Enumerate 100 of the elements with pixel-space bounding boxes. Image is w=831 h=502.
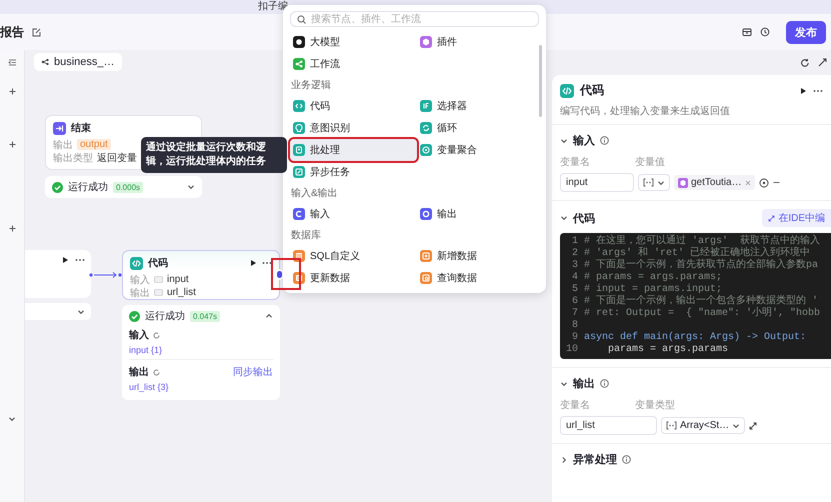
- line-number: 3: [570, 260, 579, 272]
- workflow-title: 报告: [0, 24, 24, 40]
- field-label: 输出: [53, 138, 73, 152]
- menu-item[interactable]: 查询数据: [417, 267, 544, 289]
- result-item[interactable]: input {1}: [129, 345, 273, 355]
- workflow-tab[interactable]: business_…: [34, 53, 122, 71]
- expand-icon[interactable]: [818, 58, 827, 67]
- box-icon[interactable]: [742, 27, 752, 37]
- menu-item[interactable]: 输出: [417, 203, 544, 225]
- plus-icon[interactable]: [8, 88, 16, 95]
- panel-title: 代码: [580, 82, 605, 99]
- code-editor[interactable]: [560, 233, 831, 359]
- connector-arrow: [89, 271, 122, 279]
- refresh-icon[interactable]: [800, 58, 810, 68]
- input-field[interactable]: url_list: [560, 416, 657, 435]
- panel-description: 编写代码，处理输入变量来生成返回值: [552, 102, 831, 125]
- info-icon: [600, 379, 609, 388]
- menu-item[interactable]: 新增数据: [417, 245, 544, 267]
- variable-name: url_list: [167, 287, 196, 298]
- code-icon: [130, 256, 143, 270]
- variable-name: input: [167, 274, 189, 285]
- menu-item[interactable]: 选择器: [417, 95, 544, 117]
- code-line: # 下面是一个示例，首先获取节点的全部输入参数pa: [584, 260, 818, 272]
- menu-item[interactable]: SQL自定义: [290, 245, 417, 267]
- edit-icon[interactable]: [32, 28, 41, 36]
- field-value: 返回变量: [97, 152, 137, 164]
- menu-item[interactable]: 批处理: [290, 139, 417, 161]
- group-title: 数据库: [290, 228, 322, 243]
- group-title: 业务逻辑: [290, 78, 332, 93]
- duration-tag: 0.047s: [190, 310, 220, 322]
- variable-tag: output: [77, 139, 111, 150]
- type-select[interactable]: Array<St…: [661, 417, 746, 434]
- section-title[interactable]: 异常处理: [573, 452, 617, 467]
- menu-item[interactable]: 循环: [417, 117, 544, 139]
- chevron-icon: [657, 178, 665, 186]
- node-card[interactable]: [25, 250, 91, 298]
- line-number: 2: [570, 248, 579, 260]
- chevron-icon: [77, 308, 85, 316]
- plus-icon[interactable]: [8, 225, 16, 232]
- reference-icon: [643, 178, 654, 187]
- menu-item[interactable]: 变量聚合: [417, 139, 544, 161]
- workflow-icon: [41, 58, 49, 66]
- menu-item[interactable]: 输入: [290, 203, 417, 225]
- play-icon[interactable]: [61, 256, 69, 264]
- settings-icon[interactable]: [758, 178, 769, 188]
- plus-icon[interactable]: [8, 141, 16, 148]
- reference-icon: [666, 421, 677, 430]
- result-item[interactable]: url_list {3}: [129, 382, 273, 392]
- line-number: 7: [570, 308, 579, 320]
- line-number: 4: [570, 272, 579, 284]
- column-label: 变量名: [560, 398, 591, 412]
- section-title[interactable]: 代码: [573, 210, 595, 226]
- line-number: 5: [570, 284, 579, 296]
- line-number: 6: [570, 296, 579, 308]
- menu-item[interactable]: 插件: [417, 31, 544, 53]
- chevron-icon: [8, 415, 16, 423]
- menu-item[interactable]: 意图识别: [290, 117, 417, 139]
- field-label: 输出: [130, 286, 150, 300]
- menu-item[interactable]: 大模型: [290, 31, 417, 53]
- more-icon[interactable]: [262, 259, 272, 267]
- type-select[interactable]: [638, 174, 670, 191]
- close-icon[interactable]: [744, 180, 751, 186]
- column-label: 变量值: [635, 156, 665, 169]
- section-title[interactable]: 输入: [573, 133, 595, 148]
- reference-chip[interactable]: getToutia…: [674, 175, 755, 190]
- status-label: 运行成功: [145, 310, 185, 323]
- node-title: 代码: [148, 256, 169, 270]
- expand-icon: [768, 214, 776, 222]
- play-icon[interactable]: [799, 86, 807, 94]
- menu-item[interactable]: 异步任务: [290, 161, 417, 183]
- publish-button[interactable]: 发布: [786, 20, 826, 44]
- code-line: # input = params.input;: [584, 284, 722, 295]
- code-line: # 'args' 和 'ret' 已经被正确地注入到环境中: [584, 248, 810, 259]
- line-number: 10: [564, 344, 579, 356]
- success-icon: [52, 182, 63, 192]
- info-icon: [600, 136, 609, 145]
- ide-edit-button[interactable]: 在IDE中编: [762, 209, 831, 227]
- code-node[interactable]: 代码 输入 input 输出 url_list: [122, 250, 280, 300]
- menu-item[interactable]: 代码: [290, 95, 417, 117]
- code-line: async def main(args: Args) -> Output:: [584, 332, 806, 344]
- minus-icon[interactable]: [772, 179, 780, 186]
- field-label: 输出类型: [53, 152, 93, 164]
- search-placeholder: 搜索节点、插件、工作流: [311, 12, 421, 26]
- section-title[interactable]: 输出: [573, 376, 595, 391]
- more-icon[interactable]: [75, 256, 85, 264]
- section-title: 输入: [129, 328, 149, 342]
- input-field[interactable]: input: [560, 173, 634, 192]
- code-line: # ret: Output = { "name": '小明', "hobb: [584, 308, 820, 320]
- scrollbar-thumb: [539, 45, 542, 117]
- menu-item[interactable]: 更新数据: [290, 267, 417, 289]
- history-icon[interactable]: [760, 27, 770, 37]
- line-number: 9: [570, 332, 579, 344]
- success-icon: [129, 310, 140, 322]
- collapse-icon[interactable]: [8, 59, 16, 66]
- expand-icon[interactable]: [749, 422, 758, 430]
- menu-item[interactable]: 工作流: [290, 53, 417, 75]
- column-label: 变量名: [560, 156, 591, 169]
- play-icon[interactable]: [249, 259, 257, 267]
- sync-output-link[interactable]: 同步输出: [233, 365, 273, 379]
- status-label: 运行成功: [68, 180, 108, 194]
